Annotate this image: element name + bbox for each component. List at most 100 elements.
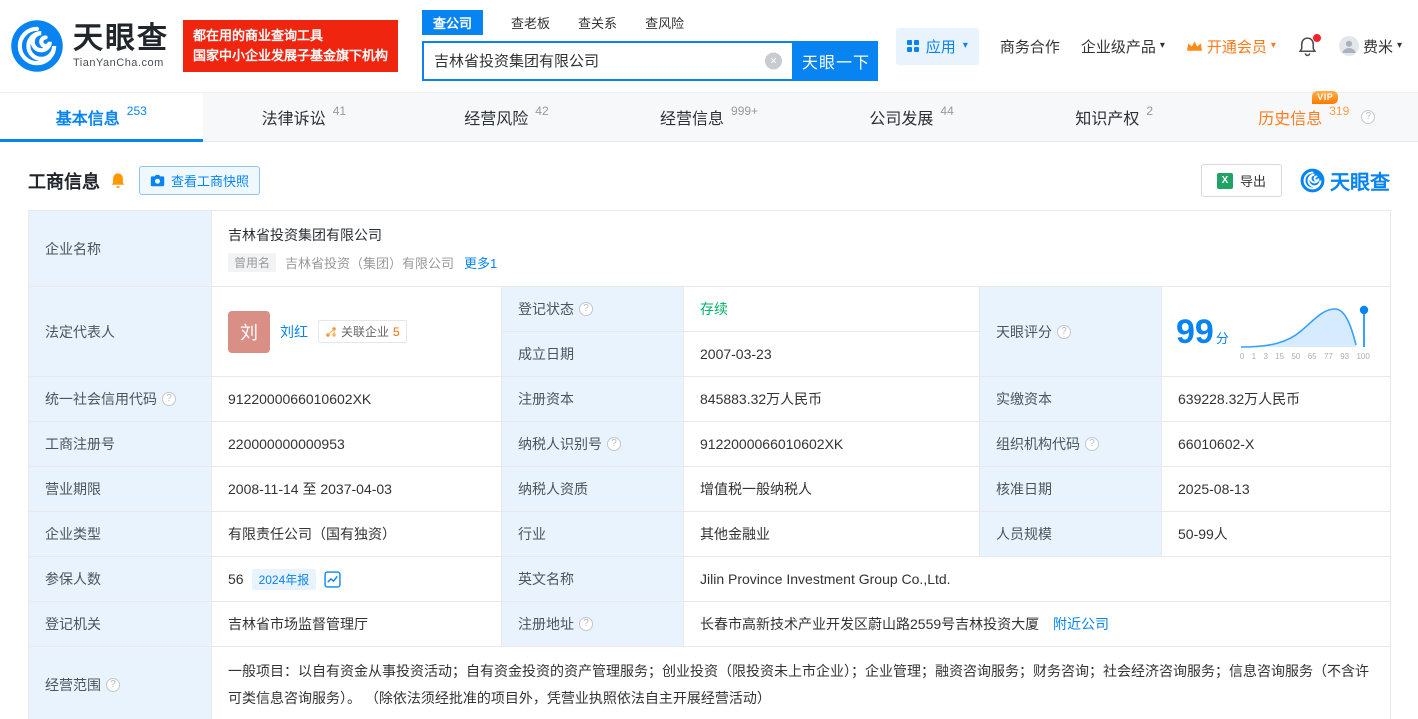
field-value-org-code: 66010602-X	[1161, 421, 1391, 467]
tab-history-info[interactable]: 历史信息 VIP 319	[1215, 91, 1418, 141]
logo-text: 天眼查 TianYanCha.com	[73, 23, 169, 69]
tianyancha-logo[interactable]: 天眼查 TianYanCha.com	[10, 19, 169, 73]
field-label-taxpayer-quality: 纳税人资质	[501, 466, 684, 512]
nearby-companies-link[interactable]: 附近公司	[1053, 616, 1109, 632]
section-header-right: X 导出 天眼查	[1200, 164, 1390, 197]
field-label-approval-date: 核准日期	[979, 466, 1162, 512]
legal-rep-avatar[interactable]: 刘	[228, 310, 270, 353]
field-value-credit-code: 9122000066010602XK	[211, 376, 502, 422]
menu-enterprise-products[interactable]: 企业级产品	[1081, 36, 1165, 57]
site-header: 天眼查 TianYanCha.com 都在用的商业查询工具 国家中小企业发展子基…	[0, 0, 1418, 92]
search-button[interactable]: 天眼一下	[794, 40, 879, 81]
field-label-registration-authority: 登记机关	[28, 601, 212, 647]
field-label-credit-code: 统一社会信用代码	[28, 376, 212, 422]
help-icon[interactable]	[1361, 110, 1376, 124]
tab-intellectual-property[interactable]: 知识产权 2	[1013, 93, 1216, 141]
field-value-registration-number: 220000000000953	[211, 421, 502, 467]
trend-chart-icon[interactable]	[324, 570, 341, 588]
crown-icon	[1186, 40, 1203, 53]
help-icon[interactable]	[1085, 437, 1099, 451]
business-snapshot-button[interactable]: 查看工商快照	[139, 166, 261, 195]
section-tabs: 基本信息 253 法律诉讼 41 经营风险 42 经营信息 999+ 公司发展 …	[0, 91, 1418, 142]
field-label-insured-count: 参保人数	[28, 556, 212, 602]
table-row: 工商注册号 220000000000953 纳税人识别号 91220000660…	[28, 421, 1391, 467]
clear-icon[interactable]	[765, 52, 783, 69]
tab-operation-risk[interactable]: 经营风险 42	[405, 93, 608, 141]
search-tab-risk[interactable]: 查风险	[645, 13, 684, 32]
slogan-line-1: 都在用的商业查询工具	[193, 27, 324, 43]
brand-domain: TianYanCha.com	[73, 56, 164, 69]
tab-company-development[interactable]: 公司发展 44	[810, 93, 1013, 141]
vip-badge: VIP	[1312, 91, 1339, 104]
field-label-business-term: 营业期限	[28, 466, 212, 512]
field-value-taxpayer-quality: 增值税一般纳税人	[683, 466, 980, 512]
table-row: 企业类型 有限责任公司（国有独资） 行业 其他金融业 人员规模 50-99人	[28, 511, 1391, 557]
tab-count: 319	[1329, 104, 1350, 118]
network-icon	[326, 326, 336, 337]
field-label-company-type: 企业类型	[28, 511, 212, 557]
table-row: 企业名称 吉林省投资集团有限公司 曾用名 吉林省投资（集团）有限公司 更多1	[28, 210, 1391, 287]
excel-icon: X	[1216, 172, 1233, 189]
table-row: 营业期限 2008-11-14 至 2037-04-03 纳税人资质 增值税一般…	[28, 466, 1391, 512]
search-tab-boss[interactable]: 查老板	[511, 13, 550, 32]
subscribe-bell-icon[interactable]	[109, 172, 127, 190]
help-icon[interactable]	[579, 617, 593, 631]
notification-bell-icon[interactable]	[1297, 33, 1321, 57]
field-label-paid-capital: 实缴资本	[979, 376, 1162, 422]
page: 天眼查 TianYanCha.com 都在用的商业查询工具 国家中小企业发展子基…	[0, 0, 1418, 719]
field-label-taxpayer-id: 纳税人识别号	[501, 421, 684, 467]
field-value-staff-size: 50-99人	[1161, 511, 1391, 557]
search-input[interactable]	[424, 42, 793, 79]
help-icon[interactable]	[162, 392, 176, 406]
field-label-org-code: 组织机构代码	[979, 421, 1162, 467]
search-tab-company[interactable]: 查公司	[422, 10, 484, 35]
annual-report-link[interactable]: 2024年报	[251, 568, 317, 590]
tab-label: 知识产权	[1075, 111, 1140, 128]
field-label-tianyan-score: 天眼评分	[979, 286, 1162, 377]
field-label-registration-status: 登记状态	[501, 286, 684, 332]
field-value-establish-date: 2007-03-23	[683, 331, 980, 377]
search-input-wrap	[422, 40, 795, 81]
chevron-down-icon	[1271, 41, 1276, 51]
help-icon[interactable]	[579, 302, 593, 316]
tab-count: 41	[332, 104, 347, 118]
main-content: 工商信息 查看工商快照 X 导出 天眼查 企业名称 吉林省投资集团有限公司 曾用…	[0, 142, 1418, 719]
tab-label: 经营风险	[464, 111, 529, 128]
user-menu[interactable]: 费米	[1338, 36, 1402, 57]
tab-count: 999+	[731, 104, 759, 118]
legal-rep-name-link[interactable]: 刘红	[280, 322, 308, 342]
menu-business-cooperation[interactable]: 商务合作	[1000, 36, 1060, 57]
brand-name: 天眼查	[73, 22, 169, 56]
field-value-paid-capital: 639228.32万人民币	[1161, 376, 1391, 422]
field-label-registered-address: 注册地址	[501, 601, 684, 647]
tab-basic-info[interactable]: 基本信息 253	[0, 93, 203, 142]
tab-count: 42	[535, 104, 549, 118]
tab-count: 253	[126, 104, 147, 118]
menu-open-vip[interactable]: 开通会员	[1186, 36, 1276, 57]
help-icon[interactable]	[106, 677, 120, 692]
related-companies-tag[interactable]: 关联企业 5	[318, 320, 407, 343]
address-text: 长春市高新技术产业开发区蔚山路2559号吉林投资大厦	[700, 616, 1040, 632]
tab-operation-info[interactable]: 经营信息 999+	[608, 93, 811, 141]
field-value-registration-status: 存续	[683, 286, 980, 332]
more-former-names-link[interactable]: 更多1	[464, 253, 497, 272]
table-row: 法定代表人 刘 刘红 关联企业 5 登记状态 ? 存续 天眼评分 ? 99 分 …	[28, 286, 1391, 377]
field-value-business-term: 2008-11-14 至 2037-04-03	[211, 466, 502, 512]
export-button[interactable]: X 导出	[1200, 164, 1282, 197]
help-icon[interactable]	[1057, 324, 1071, 339]
former-name-tag: 曾用名	[228, 253, 277, 272]
field-value-english-name: Jilin Province Investment Group Co.,Ltd.	[683, 556, 1391, 602]
help-icon[interactable]	[607, 437, 621, 451]
apps-button[interactable]: 应用	[895, 27, 979, 65]
field-value-registered-address: 长春市高新技术产业开发区蔚山路2559号吉林投资大厦 附近公司	[683, 601, 1391, 647]
score-axis: 0 1 3 15 50 65 77 93 100	[1239, 351, 1370, 361]
field-label-registration-number: 工商注册号	[28, 421, 212, 467]
field-value-registered-capital: 845883.32万人民币	[683, 376, 980, 422]
field-label-staff-size: 人员规模	[979, 511, 1162, 557]
menu-label: 企业级产品	[1080, 38, 1156, 56]
search-tab-relation[interactable]: 查关系	[578, 13, 617, 32]
tab-label: 历史信息	[1258, 111, 1323, 128]
tab-count: 2	[1146, 104, 1154, 118]
tab-legal-proceedings[interactable]: 法律诉讼 41	[203, 93, 406, 141]
field-label-company-name: 企业名称	[28, 210, 212, 287]
